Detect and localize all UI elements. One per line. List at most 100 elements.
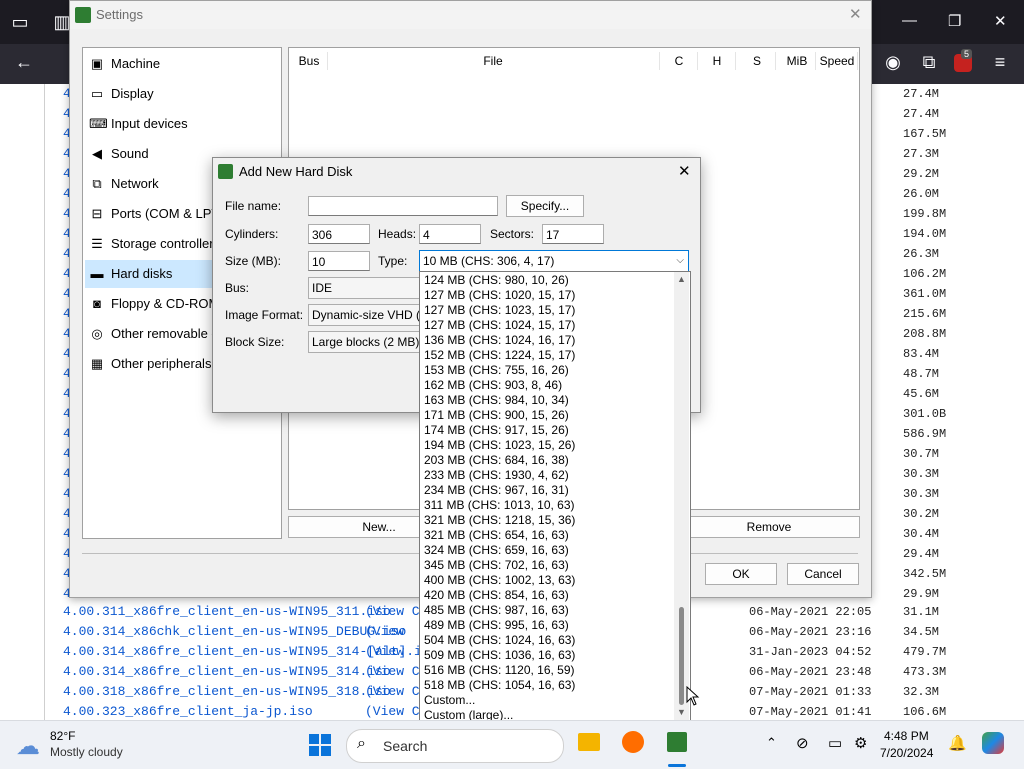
column-header[interactable]: MiB [779, 52, 816, 70]
notification-bell-icon[interactable]: 🔔 [948, 734, 967, 752]
start-windows-icon[interactable] [308, 733, 332, 757]
type-option[interactable]: Custom... [422, 693, 674, 708]
weather-cloud-icon[interactable]: ☁ [16, 732, 40, 761]
type-option[interactable]: 400 MB (CHS: 1002, 13, 63) [422, 573, 674, 588]
type-option[interactable]: 127 MB (CHS: 1020, 15, 17) [422, 288, 674, 303]
dialog-close-icon[interactable]: ✕ [678, 162, 691, 180]
taskbar-search-box[interactable]: ⌕ Search [346, 729, 564, 763]
firefox-icon[interactable] [622, 731, 644, 753]
type-option[interactable]: 162 MB (CHS: 903, 8, 46) [422, 378, 674, 393]
minimize-icon[interactable]: — [902, 12, 917, 29]
sectors-input[interactable]: 17 [542, 224, 604, 244]
nav-item-input-devices[interactable]: ⌨ Input devices [85, 110, 279, 138]
listing-size: 32.3M [903, 685, 940, 699]
type-option[interactable]: 136 MB (CHS: 1024, 16, 17) [422, 333, 674, 348]
ok-button[interactable]: OK [705, 563, 777, 585]
type-option[interactable]: 311 MB (CHS: 1013, 10, 63) [422, 498, 674, 513]
type-option[interactable]: 174 MB (CHS: 917, 15, 26) [422, 423, 674, 438]
listing-size: 194.0M [903, 227, 947, 241]
type-option[interactable]: 485 MB (CHS: 987, 16, 63) [422, 603, 674, 618]
cylinders-input[interactable]: 306 [308, 224, 370, 244]
settings-title-bar: Settings ✕ [70, 1, 871, 29]
type-option[interactable]: 321 MB (CHS: 654, 16, 63) [422, 528, 674, 543]
nav-item-label: Other removable de [111, 326, 226, 341]
image-format-select[interactable]: Dynamic-size VHD (. [308, 304, 423, 326]
type-option[interactable]: 171 MB (CHS: 900, 15, 26) [422, 408, 674, 423]
restore-icon[interactable]: ❐ [948, 12, 961, 30]
settings-close-icon[interactable]: ✕ [849, 5, 862, 23]
tab-overview-icon[interactable]: ▭ [8, 12, 32, 33]
type-option[interactable]: 345 MB (CHS: 702, 16, 63) [422, 558, 674, 573]
weather-temperature[interactable]: 82°F [50, 729, 75, 743]
listing-view-contents-link[interactable]: (View Contents) [365, 702, 421, 722]
weather-description[interactable]: Mostly cloudy [50, 745, 123, 759]
type-option[interactable]: 152 MB (CHS: 1224, 15, 17) [422, 348, 674, 363]
dropdown-scrollbar[interactable]: ▲ ▼ [674, 272, 689, 720]
listing-view-contents-link[interactable]: (View Co [365, 662, 421, 682]
type-option[interactable]: 504 MB (CHS: 1024, 16, 63) [422, 633, 674, 648]
type-option[interactable]: 489 MB (CHS: 995, 16, 63) [422, 618, 674, 633]
type-option[interactable]: 233 MB (CHS: 1930, 4, 62) [422, 468, 674, 483]
emulator-app-icon[interactable] [667, 732, 687, 752]
display-icon[interactable]: ▭ [828, 734, 842, 752]
listing-view-contents-link[interactable]: (View Co [365, 682, 421, 702]
size-input[interactable]: 10 [308, 251, 370, 271]
type-option[interactable]: 420 MB (CHS: 854, 16, 63) [422, 588, 674, 603]
listing-file-link[interactable]: 4.00.314_x86fre_client_en-us-WIN95_314.i… [63, 662, 391, 682]
specify-button[interactable]: Specify... [506, 195, 584, 217]
account-icon[interactable]: ◉ [881, 52, 905, 73]
type-option[interactable]: 127 MB (CHS: 1024, 15, 17) [422, 318, 674, 333]
port-icon: ⊟ [91, 206, 103, 221]
type-option[interactable]: 203 MB (CHS: 684, 16, 38) [422, 453, 674, 468]
listing-file-link[interactable]: 4.00.311_x86fre_client_en-us-WIN95_311.i… [63, 602, 391, 622]
remove-disk-button[interactable]: Remove [678, 516, 860, 538]
extensions-icon[interactable]: ⧉ [917, 52, 941, 73]
type-option[interactable]: 124 MB (CHS: 980, 10, 26) [422, 273, 674, 288]
type-option[interactable]: 234 MB (CHS: 967, 16, 31) [422, 483, 674, 498]
scroll-up-icon[interactable]: ▲ [677, 274, 686, 284]
cancel-button[interactable]: Cancel [787, 563, 859, 585]
column-header[interactable]: File [327, 52, 660, 70]
type-option[interactable]: 153 MB (CHS: 755, 16, 26) [422, 363, 674, 378]
column-header[interactable]: H [699, 52, 736, 70]
type-option[interactable]: 509 MB (CHS: 1036, 16, 63) [422, 648, 674, 663]
column-header[interactable]: Speed [817, 52, 858, 70]
menu-icon[interactable]: ≡ [988, 52, 1012, 73]
block-size-select[interactable]: Large blocks (2 MB) [308, 331, 423, 353]
file-name-input[interactable] [308, 196, 498, 216]
type-option[interactable]: 324 MB (CHS: 659, 16, 63) [422, 543, 674, 558]
clock-time[interactable]: 4:48 PM [884, 729, 929, 743]
type-select[interactable]: 10 MB (CHS: 306, 4, 17) ⌵ [419, 250, 689, 272]
listing-size: 301.0B [903, 407, 947, 421]
type-option[interactable]: 321 MB (CHS: 1218, 15, 36) [422, 513, 674, 528]
type-option[interactable]: 194 MB (CHS: 1023, 15, 26) [422, 438, 674, 453]
listing-view-contents-link[interactable]: (View [365, 622, 421, 642]
column-header[interactable]: Bus [291, 52, 328, 70]
listing-file-link[interactable]: 4.00.323_x86fre_client_ja-jp.iso [63, 702, 313, 722]
back-icon[interactable]: ← [12, 52, 36, 73]
bus-select[interactable]: IDE [308, 277, 423, 299]
close-window-icon[interactable]: ✕ [994, 12, 1007, 30]
scroll-down-icon[interactable]: ▼ [677, 707, 686, 717]
column-header[interactable]: S [739, 52, 776, 70]
listing-file-link[interactable]: 4.00.318_x86fre_client_en-us-WIN95_318.i… [63, 682, 391, 702]
accessibility-icon[interactable]: ⚙ [854, 734, 867, 752]
file-explorer-icon[interactable] [578, 733, 600, 751]
clock-date[interactable]: 7/20/2024 [880, 746, 933, 760]
listing-view-contents-link[interactable]: (View Co [365, 602, 421, 622]
nav-item-machine[interactable]: ▣ Machine [85, 50, 279, 78]
column-header[interactable]: C [661, 52, 698, 70]
type-option[interactable]: 163 MB (CHS: 984, 10, 34) [422, 393, 674, 408]
type-option[interactable]: 127 MB (CHS: 1023, 15, 17) [422, 303, 674, 318]
listing-view-contents-link[interactable]: (View [365, 642, 421, 662]
heads-input[interactable]: 4 [419, 224, 481, 244]
type-label: Type: [378, 254, 408, 268]
scrollbar-thumb[interactable] [679, 607, 684, 705]
network-off-icon[interactable]: ⊘ [796, 734, 809, 752]
chevron-up-icon[interactable]: ⌃ [766, 735, 777, 751]
nav-item-display[interactable]: ▭ Display [85, 80, 279, 108]
copilot-icon[interactable] [982, 732, 1004, 754]
type-option[interactable]: 516 MB (CHS: 1120, 16, 59) [422, 663, 674, 678]
type-option[interactable]: 518 MB (CHS: 1054, 16, 63) [422, 678, 674, 693]
listing-file-link[interactable]: 4.00.314_x86chk_client_en-us-WIN95_DEBUG… [63, 622, 406, 642]
